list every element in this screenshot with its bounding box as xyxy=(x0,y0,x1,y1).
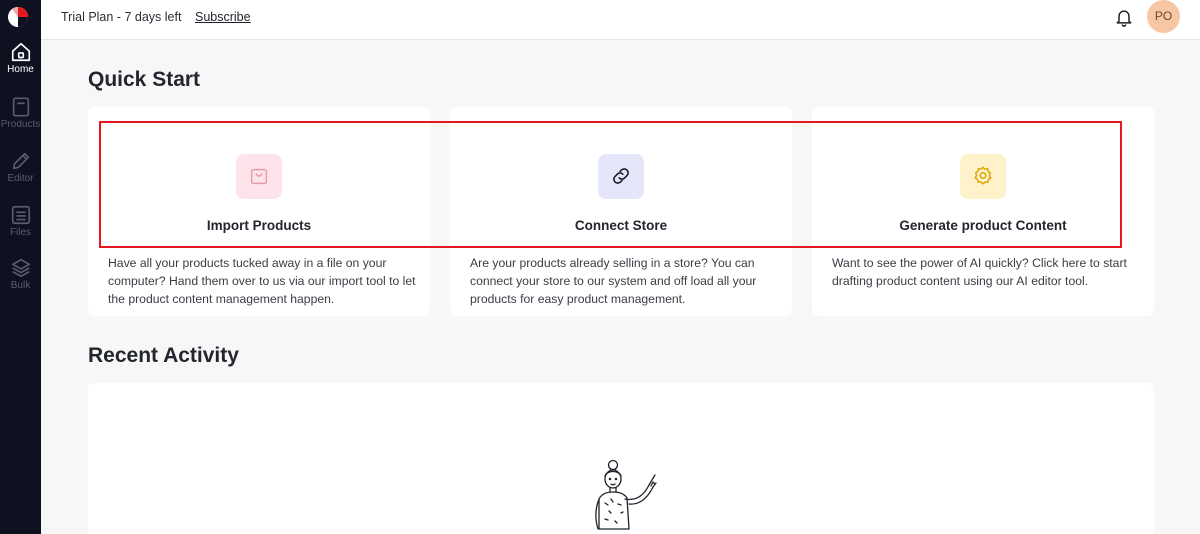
card-title: Generate product Content xyxy=(899,218,1067,233)
sidebar-item-label: Home xyxy=(7,64,34,75)
recent-activity-panel xyxy=(88,383,1154,534)
sidebar-item-bulk[interactable]: Bulk xyxy=(0,257,41,307)
link-icon xyxy=(613,168,629,184)
app-logo[interactable] xyxy=(7,6,29,28)
person-pointing-illustration xyxy=(595,459,657,530)
sidebar: Home Products Editor Files Bulk xyxy=(0,0,41,534)
card-description: Are your products already selling in a s… xyxy=(470,256,757,306)
generate-content-card[interactable]: Generate product Content Want to see the… xyxy=(812,107,1154,316)
sidebar-item-editor[interactable]: Editor xyxy=(0,150,41,200)
layers-icon xyxy=(11,258,30,278)
sidebar-item-label: Files xyxy=(9,227,32,238)
sidebar-item-products[interactable]: Products xyxy=(0,96,41,146)
avatar[interactable]: PO xyxy=(1147,0,1180,33)
card-title: Import Products xyxy=(206,218,312,233)
connect-store-card[interactable]: Connect Store Are your products already … xyxy=(450,107,792,316)
sidebar-item-label: Bulk xyxy=(10,280,31,291)
card-title: Connect Store xyxy=(574,218,668,233)
sidebar-item-label: Products xyxy=(0,119,41,130)
icon-box xyxy=(960,154,1006,199)
gear-icon xyxy=(974,166,992,185)
icon-box xyxy=(598,154,644,199)
trial-plan-text: Trial Plan - 7 days left xyxy=(61,10,182,24)
shopping-bag-icon xyxy=(250,168,268,185)
card-description: Want to see the power of AI quickly? Cli… xyxy=(832,256,1127,288)
pencil-icon xyxy=(12,152,29,170)
subscribe-link[interactable]: Subscribe xyxy=(195,10,251,24)
sidebar-item-files[interactable]: Files xyxy=(0,204,41,254)
card-description: Have all your products tucked away in a … xyxy=(108,256,416,306)
sidebar-item-home[interactable]: Home xyxy=(0,41,41,91)
sidebar-item-label: Editor xyxy=(7,173,34,184)
icon-box xyxy=(236,154,282,199)
quick-start-title: Quick Start xyxy=(88,68,201,91)
files-icon xyxy=(11,205,30,225)
products-icon xyxy=(12,97,29,117)
bell-icon[interactable] xyxy=(1114,7,1134,27)
import-products-card[interactable]: Import Products Have all your products t… xyxy=(88,107,430,316)
home-icon xyxy=(11,42,30,62)
top-bar: Trial Plan - 7 days left Subscribe PO xyxy=(41,0,1200,40)
recent-activity-title: Recent Activity xyxy=(88,344,239,367)
